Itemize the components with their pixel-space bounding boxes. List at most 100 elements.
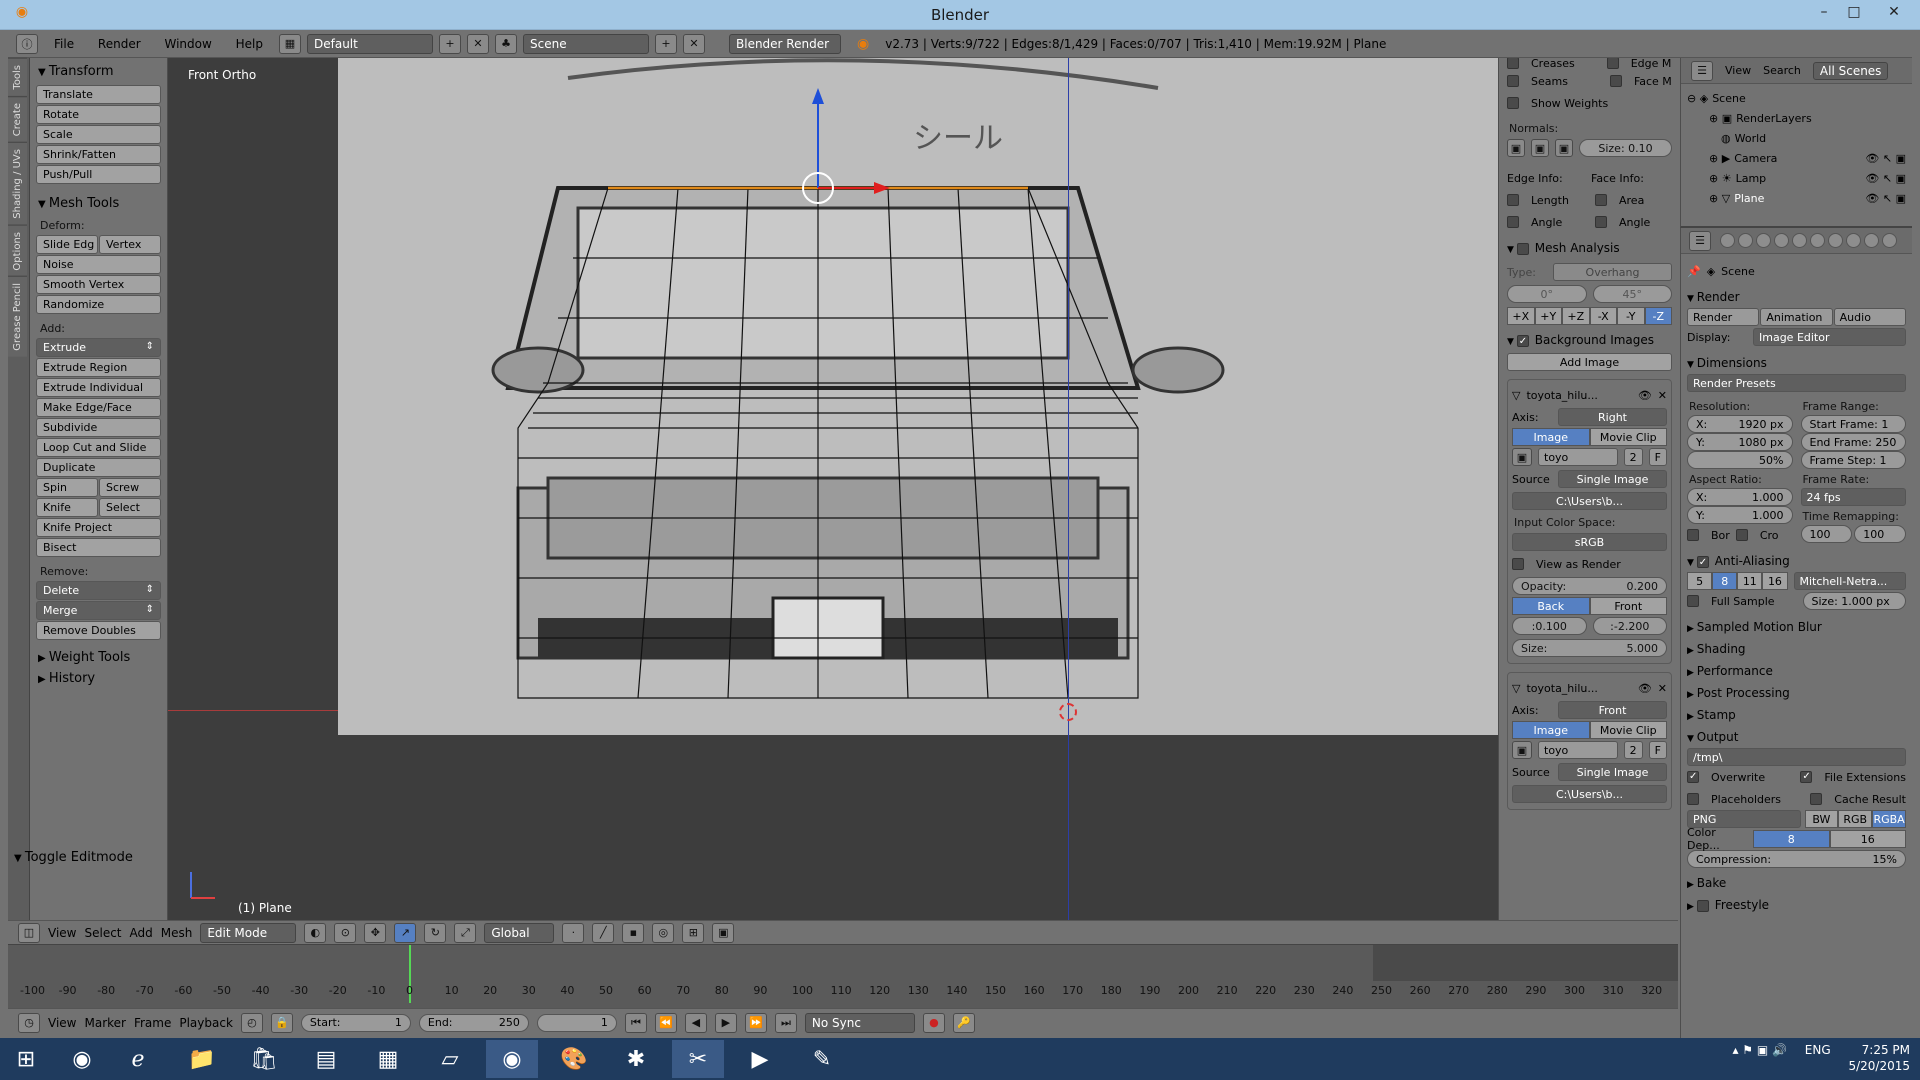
render-presets-dropdown[interactable]: Render Presets (1687, 374, 1906, 392)
bg2-image-name[interactable]: toyo (1538, 741, 1618, 759)
bg2-users-count[interactable]: 2 (1623, 741, 1643, 759)
display-dropdown[interactable]: Image Editor (1753, 328, 1906, 346)
chrome-icon[interactable]: ◉ (56, 1040, 108, 1078)
animation-button[interactable]: Animation (1760, 308, 1833, 326)
clock[interactable]: 7:25 PM 5/20/2015 (1848, 1042, 1910, 1074)
knife-button[interactable]: Knife (36, 498, 98, 517)
frame-step-field[interactable]: Frame Step: 1 (1800, 451, 1906, 469)
analysis-min-field[interactable]: 0° (1507, 285, 1587, 303)
color-mode-rgba[interactable]: RGBA (1872, 810, 1906, 828)
loop-cut-slide-button[interactable]: Loop Cut and Slide (36, 438, 161, 457)
face-marks-checkbox[interactable] (1609, 75, 1622, 87)
bisect-button[interactable]: Bisect (36, 538, 161, 557)
outliner-item-scene[interactable]: ⊖ ◈ Scene (1687, 88, 1906, 108)
modifiers-tab-icon[interactable] (1828, 233, 1843, 248)
3d-view-editor-icon[interactable]: ◫ (18, 922, 40, 943)
timeline[interactable]: -100 -90 -80 -70 -60 -50 -40 -30 -20 -10 0 10 20 30 40… (8, 944, 1678, 1008)
output-path-field[interactable]: /tmp\ (1687, 748, 1906, 766)
bg1-view-as-render-checkbox[interactable] (1512, 558, 1524, 570)
remove-layout-icon[interactable]: ✕ (467, 33, 489, 54)
transform-panel-header[interactable]: Transform (38, 64, 161, 79)
properties-editor-icon[interactable]: ☰ (1689, 230, 1711, 251)
outliner-filter-dropdown[interactable]: All Scenes (1812, 61, 1889, 80)
interaction-mode-dropdown[interactable]: Edit Mode (200, 922, 297, 943)
color-depth-16[interactable]: 16 (1829, 830, 1906, 848)
paint-icon[interactable]: 🎨 (548, 1040, 600, 1078)
seams-checkbox[interactable] (1507, 75, 1519, 87)
background-images-checkbox[interactable] (1516, 334, 1529, 347)
menu-select[interactable]: Select (84, 926, 121, 940)
tab-grease-pencil[interactable]: Grease Pencil (8, 276, 27, 357)
bg2-movie-clip-tab[interactable]: Movie Clip (1589, 721, 1667, 739)
render-button[interactable]: Render (1687, 308, 1760, 326)
bg2-fake-user-button[interactable]: F (1648, 741, 1667, 759)
bg2-image-browse-icon[interactable]: ▣ (1512, 741, 1532, 759)
blender-taskbar-icon[interactable]: ◉ (486, 1040, 538, 1078)
aspect-x-field[interactable]: X: 1.000 (1687, 488, 1793, 506)
visibility-eye-icon[interactable]: 👁 ↖ ▣ (1865, 152, 1906, 165)
color-mode-bw[interactable]: BW (1804, 810, 1839, 828)
bg1-front-button[interactable]: Front (1589, 597, 1667, 615)
history-panel-header[interactable]: History (38, 671, 161, 686)
area-checkbox[interactable] (1595, 194, 1607, 206)
sampled-motion-blur-header[interactable]: Sampled Motion Blur (1687, 620, 1906, 634)
normal-size-field[interactable]: Size: 0.10 (1579, 139, 1672, 157)
layout-selector[interactable]: Default (307, 33, 433, 54)
delete-dropdown[interactable]: Delete (36, 581, 161, 600)
stamp-header[interactable]: Stamp (1687, 708, 1906, 722)
edge-angle-checkbox[interactable] (1507, 216, 1519, 228)
menu-add[interactable]: Add (130, 926, 153, 940)
vertex-select-icon[interactable]: · (562, 922, 585, 943)
bg2-filepath-field[interactable]: C:\Users\b... (1512, 785, 1667, 803)
bg2-image-tab[interactable]: Image (1512, 721, 1590, 739)
render-tab-icon[interactable] (1720, 233, 1735, 248)
rotate-button[interactable]: Rotate (36, 105, 161, 124)
outliner-item-camera[interactable]: ⊕ ▶ Camera 👁 ↖ ▣ (1687, 148, 1906, 168)
bg1-size-field[interactable]: 5.000 (1627, 642, 1659, 655)
outliner-item-plane[interactable]: ⊕ ▽ Plane 👁 ↖ ▣ (1687, 188, 1906, 208)
object-tab-icon[interactable] (1792, 233, 1807, 248)
length-checkbox[interactable] (1507, 194, 1519, 206)
bg2-expand-icon[interactable]: ▽ (1512, 682, 1520, 695)
audio-button[interactable]: Audio (1833, 308, 1906, 326)
edge-select-icon[interactable]: ╱ (592, 922, 615, 943)
rotate-manipulator-icon[interactable]: ↻ (424, 922, 447, 943)
prev-keyframe-icon[interactable]: ⏪ (654, 1012, 677, 1033)
compression-field[interactable]: Compression: 15% (1687, 850, 1906, 868)
face-normals-icon[interactable]: ▣ (1555, 139, 1573, 157)
bg1-back-button[interactable]: Back (1512, 597, 1590, 615)
aa-samples-11[interactable]: 11 (1737, 572, 1763, 590)
world-tab-icon[interactable] (1774, 233, 1789, 248)
outliner-item-renderlayers[interactable]: ⊕ ▣ RenderLayers (1687, 108, 1906, 128)
axis-plus-x-button[interactable]: +X (1507, 307, 1535, 325)
bg2-remove-icon[interactable]: ✕ (1658, 682, 1667, 695)
border-checkbox[interactable] (1687, 529, 1699, 541)
preview-range-icon[interactable]: ◴ (240, 1012, 263, 1033)
anti-aliasing-panel-header[interactable]: Anti-Aliasing (1687, 554, 1906, 568)
menu-mesh[interactable]: Mesh (161, 926, 193, 940)
outliner-menu-search[interactable]: Search (1763, 64, 1801, 77)
remap-new-field[interactable]: 100 (1854, 525, 1906, 543)
material-tab-icon[interactable] (1864, 233, 1879, 248)
bg1-image-name[interactable]: toyo (1538, 448, 1618, 466)
bg1-remove-icon[interactable]: ✕ (1658, 389, 1667, 402)
play-reverse-icon[interactable]: ◀ (684, 1012, 707, 1033)
render-layers-tab-icon[interactable] (1738, 233, 1753, 248)
axis-minus-y-button[interactable]: -Y (1617, 307, 1645, 325)
anti-aliasing-checkbox[interactable] (1696, 555, 1709, 568)
resolution-y-field[interactable]: Y: 1080 px (1687, 433, 1793, 451)
output-panel-header[interactable]: Output (1687, 730, 1906, 744)
bg1-image-tab[interactable]: Image (1512, 428, 1590, 446)
record-icon[interactable]: ● (922, 1012, 945, 1033)
bg2-source-dropdown[interactable]: Single Image (1558, 763, 1667, 781)
app-icon-10[interactable]: ✱ (610, 1040, 662, 1078)
smooth-vertex-button[interactable]: Smooth Vertex (36, 275, 161, 294)
knife-project-button[interactable]: Knife Project (36, 518, 161, 537)
bake-header[interactable]: Bake (1687, 876, 1906, 890)
freestyle-header[interactable]: Freestyle (1687, 898, 1906, 912)
background-images-header[interactable]: Background Images (1507, 333, 1672, 347)
file-extensions-checkbox[interactable] (1800, 771, 1813, 783)
placeholders-checkbox[interactable] (1687, 793, 1699, 805)
color-mode-rgb[interactable]: RGB (1838, 810, 1873, 828)
aa-samples-5[interactable]: 5 (1687, 572, 1713, 590)
